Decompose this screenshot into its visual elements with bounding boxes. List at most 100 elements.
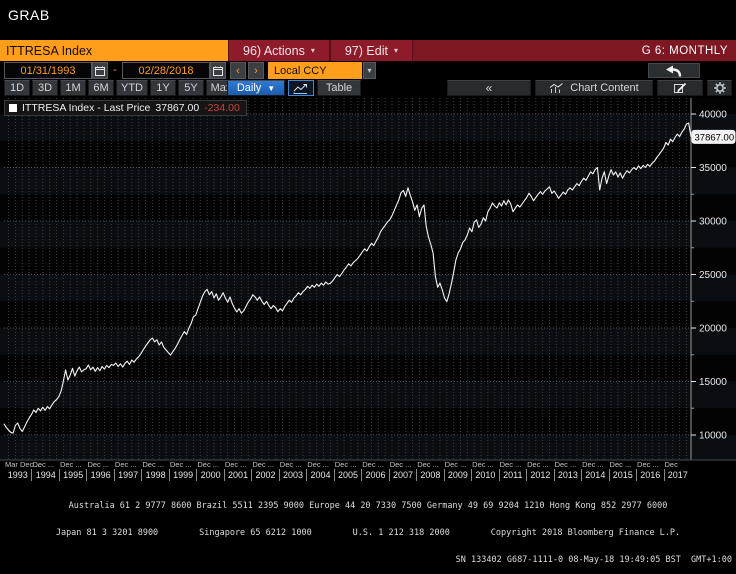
x-axis-year-label: 2016 <box>636 469 663 481</box>
x-axis-month-label: Dec ... <box>555 460 577 469</box>
band <box>0 114 736 141</box>
y-axis-tick-label: 25000 <box>699 270 727 281</box>
x-axis-year-label: 2012 <box>526 469 553 481</box>
period-button-5y[interactable]: 5Y <box>178 80 204 96</box>
x-axis-year-label: 2003 <box>279 469 306 481</box>
chevron-down-icon: ▾ <box>367 66 371 75</box>
band <box>0 221 736 248</box>
end-date-calendar-button[interactable] <box>210 62 226 79</box>
chart-content-button[interactable]: Chart Content <box>535 80 653 96</box>
annotate-button[interactable] <box>657 80 703 96</box>
period-button-1d[interactable]: 1D <box>4 80 30 96</box>
x-axis-year-label: 2007 <box>389 469 416 481</box>
x-axis-year-label: 2011 <box>499 469 526 481</box>
x-axis-year-label: 1996 <box>86 469 113 481</box>
x-axis-month-label: Dec ... <box>445 460 467 469</box>
period-button-3d[interactable]: 3D <box>32 80 58 96</box>
price-chart[interactable]: 1000015000200002500030000350004000037867… <box>0 98 736 462</box>
calendar-icon <box>213 66 223 76</box>
edit-menu-button[interactable]: 97) Edit ▾ <box>330 40 413 61</box>
footer-contact-line: Australia 61 2 9777 8600 Brazil 5511 239… <box>0 502 736 511</box>
x-axis-month-label: Dec <box>665 460 678 469</box>
chevron-right-icon: › <box>254 65 258 77</box>
currency-dropdown-button[interactable]: ▾ <box>363 62 376 79</box>
x-axis-year-label: 2005 <box>334 469 361 481</box>
actions-menu-button[interactable]: 96) Actions ▾ <box>228 40 330 61</box>
chart-legend[interactable]: ITTRESA Index - Last Price 37867.00 -234… <box>4 100 247 116</box>
x-axis-year-label: 2015 <box>609 469 636 481</box>
start-date-input[interactable]: 01/31/1993 <box>4 62 92 79</box>
x-axis-labels: Mar Dec ...1993Dec ...1994Dec ...1995Dec… <box>0 460 736 484</box>
start-date-calendar-button[interactable] <box>92 62 108 79</box>
x-axis-year-label: 1995 <box>59 469 86 481</box>
chart-toolbar: 1D3D1M6MYTD1Y5YMax Daily ▼ Table « Chart… <box>0 80 736 97</box>
prev-period-button[interactable]: ‹ <box>230 62 246 79</box>
table-button[interactable]: Table <box>317 80 361 96</box>
x-axis-year-label: 1997 <box>114 469 141 481</box>
x-axis-year-label: 1998 <box>141 469 168 481</box>
double-chevron-left-icon: « <box>486 81 493 95</box>
x-axis-month-label: Dec ... <box>115 460 137 469</box>
frequency-select[interactable]: Daily ▼ <box>227 80 285 96</box>
collapse-panel-button[interactable]: « <box>447 80 531 96</box>
x-axis-year-label: 2002 <box>251 469 278 481</box>
window-title: GRAB <box>8 7 50 23</box>
period-button-ytd[interactable]: YTD <box>116 80 148 96</box>
period-button-1m[interactable]: 1M <box>60 80 86 96</box>
y-axis-tick-label: 15000 <box>699 377 727 388</box>
band <box>0 382 736 409</box>
period-button-6m[interactable]: 6M <box>88 80 114 96</box>
gear-icon <box>714 82 726 94</box>
undo-button[interactable] <box>648 63 700 78</box>
x-axis-month-label: Dec ... <box>390 460 412 469</box>
x-axis-month-label: Dec ... <box>500 460 522 469</box>
currency-value: Local CCY <box>274 65 327 77</box>
x-axis-month-label: Dec ... <box>32 460 54 469</box>
settings-button[interactable] <box>707 80 732 96</box>
x-axis-month-label: Dec ... <box>280 460 302 469</box>
chart-area[interactable]: 1000015000200002500030000350004000037867… <box>0 98 736 462</box>
chart-content-label: Chart Content <box>570 82 638 94</box>
y-axis-tick-label: 35000 <box>699 163 727 174</box>
next-period-button[interactable]: › <box>248 62 264 79</box>
x-axis-year-label: 1994 <box>31 469 58 481</box>
x-axis-year-label: 2006 <box>361 469 388 481</box>
x-axis-year-label: 2010 <box>471 469 498 481</box>
band <box>0 168 736 195</box>
security-name: ITTRESA Index <box>6 44 92 58</box>
period-button-1y[interactable]: 1Y <box>150 80 176 96</box>
x-axis-year-label: 2013 <box>554 469 581 481</box>
date-controls: 01/31/1993 - 02/28/2018 ‹ › Local CCY ▾ <box>0 62 736 81</box>
x-axis-month-label: Dec ... <box>87 460 109 469</box>
terminal-footer: Australia 61 2 9777 8600 Brazil 5511 239… <box>0 484 736 574</box>
currency-select[interactable]: Local CCY <box>268 62 362 79</box>
last-price-flag-label: 37867.00 <box>695 132 735 143</box>
y-axis-tick-label: 20000 <box>699 324 727 335</box>
x-axis-month-label: Dec ... <box>417 460 439 469</box>
period-button-group: 1D3D1M6MYTD1Y5YMax <box>4 80 236 96</box>
end-date-input[interactable]: 02/28/2018 <box>122 62 210 79</box>
x-axis-year-label: 2014 <box>581 469 608 481</box>
y-axis-tick-label: 10000 <box>699 431 727 442</box>
chevron-down-icon: ▾ <box>394 46 398 55</box>
table-label: Table <box>326 82 352 94</box>
chevron-left-icon: ‹ <box>236 65 240 77</box>
security-field[interactable]: ITTRESA Index <box>0 40 228 61</box>
start-date-value: 01/31/1993 <box>20 65 75 77</box>
band <box>0 328 736 355</box>
x-axis-year-label: 1999 <box>169 469 196 481</box>
x-axis-month-label: Dec ... <box>197 460 219 469</box>
line-chart-type-button[interactable] <box>288 80 314 96</box>
x-axis-month-label: Dec ... <box>142 460 164 469</box>
chart-slot-label: G 6: MONTHLY <box>642 40 736 61</box>
title-bar: ITTRESA Index 96) Actions ▾ 97) Edit ▾ G… <box>0 40 736 61</box>
x-axis-year-label: 2000 <box>196 469 223 481</box>
x-axis-month-label: Dec ... <box>472 460 494 469</box>
x-axis-year-label: 1993 <box>4 469 31 481</box>
actions-label: 96) Actions <box>243 44 305 58</box>
x-axis-month-label: Dec ... <box>225 460 247 469</box>
x-axis-year-label: 2008 <box>416 469 443 481</box>
calendar-icon <box>95 66 105 76</box>
series-color-swatch-icon <box>9 104 17 112</box>
x-axis-month-label: Dec ... <box>610 460 632 469</box>
